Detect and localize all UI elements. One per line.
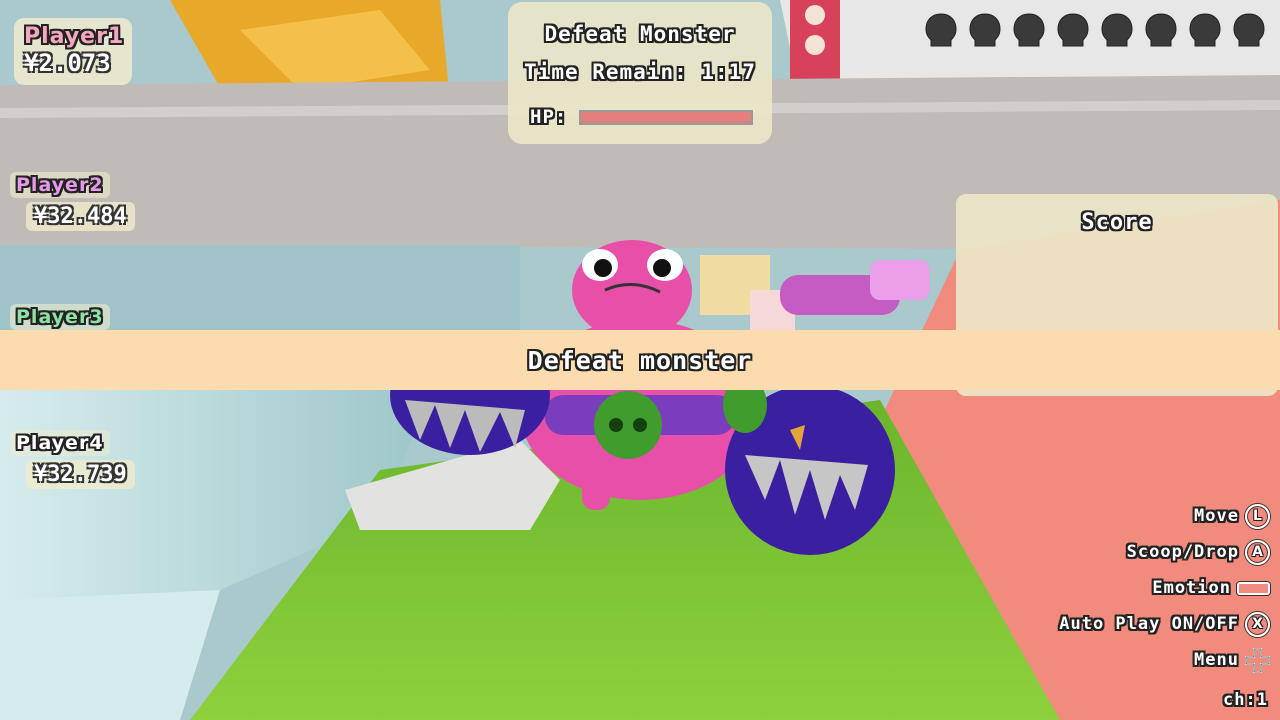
control-scoop-drop: Scoop/Drop A (1059, 534, 1270, 570)
player4-name: Player4 (10, 430, 110, 456)
control-move-label: Move (1194, 506, 1239, 526)
objective-banner: Defeat monster (0, 330, 1280, 390)
hp-label: HP: (530, 106, 568, 128)
control-move: Move L (1059, 498, 1270, 534)
player2-panel: Player2 ¥32.484 (10, 172, 135, 231)
dpad-icon (1245, 647, 1270, 673)
skull-icon (1012, 12, 1046, 48)
player3-panel: Player3 (10, 304, 110, 330)
score-title: Score (1081, 210, 1153, 235)
monster-skull-counter (924, 12, 1266, 48)
hp-bar (579, 109, 754, 125)
trigger-icon (1237, 581, 1270, 595)
stick-l-icon: L (1245, 503, 1270, 529)
hp-bar-fill (581, 111, 752, 123)
player4-panel: Player4 ¥32.739 (10, 430, 135, 489)
player3-name: Player3 (10, 304, 110, 330)
skull-icon (1100, 12, 1134, 48)
skull-icon (1144, 12, 1178, 48)
channel-indicator: ch:1 (1223, 690, 1268, 710)
skull-icon (968, 12, 1002, 48)
skull-icon (1188, 12, 1222, 48)
player1-panel: Player1 ¥2.073 (14, 18, 132, 85)
button-x-icon: X (1245, 611, 1270, 637)
control-auto-play-label: Auto Play ON/OFF (1059, 614, 1239, 634)
button-a-icon: A (1245, 539, 1270, 565)
objective-panel: Defeat Monster Time Remain: 1:17 HP: (508, 2, 772, 144)
time-remaining: Time Remain: 1:17 (524, 60, 756, 84)
banner-text: Defeat monster (527, 345, 753, 375)
control-emotion-label: Emotion (1152, 578, 1231, 598)
skull-icon (1056, 12, 1090, 48)
control-auto-play: Auto Play ON/OFF X (1059, 606, 1270, 642)
control-emotion: Emotion (1059, 570, 1270, 606)
objective-title: Defeat Monster (544, 22, 736, 46)
player1-name: Player1 (24, 24, 125, 49)
monster-hp: HP: (530, 106, 754, 128)
player2-money: ¥32.484 (26, 202, 135, 231)
skull-icon (924, 12, 958, 48)
player4-money: ¥32.739 (26, 460, 135, 489)
control-menu: Menu (1059, 642, 1270, 678)
controls-guide: Move L Scoop/Drop A Emotion Auto Play ON… (1059, 498, 1270, 678)
control-menu-label: Menu (1194, 650, 1239, 670)
control-scoop-drop-label: Scoop/Drop (1126, 542, 1239, 562)
player2-name: Player2 (10, 172, 110, 198)
skull-icon (1232, 12, 1266, 48)
player1-money: ¥2.073 (24, 49, 111, 77)
